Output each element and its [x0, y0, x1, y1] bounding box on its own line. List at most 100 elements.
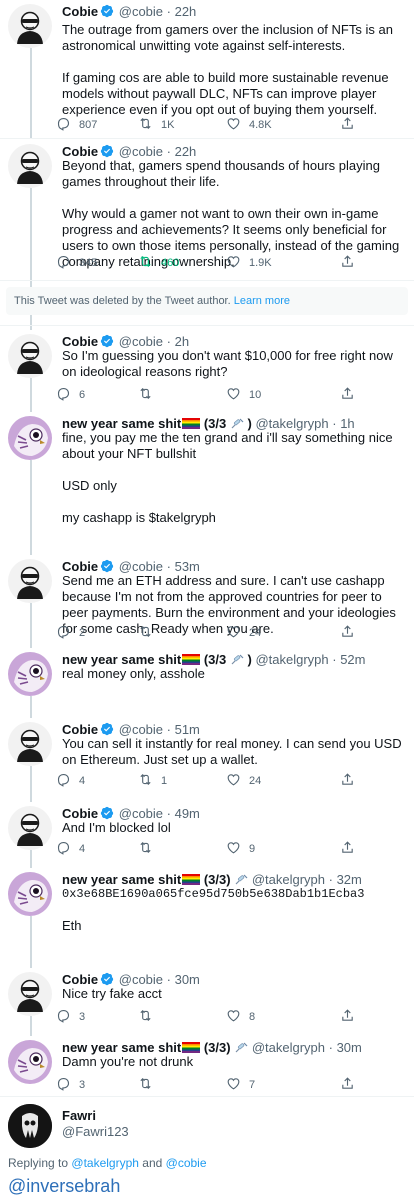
like-button[interactable]: 10 — [226, 386, 261, 404]
like-button[interactable]: 9 — [226, 840, 255, 858]
tweet[interactable]: Cobie @cobie · 51m You can sell it insta… — [0, 718, 414, 787]
author-handle[interactable]: @cobie — [119, 334, 163, 349]
author-name[interactable]: new year same shit — [62, 1040, 181, 1055]
author-handle[interactable]: @cobie — [119, 806, 163, 821]
tweet[interactable]: new year same shit (3/3 ) @takelgryph · … — [0, 412, 414, 525]
author-name[interactable]: Cobie — [62, 4, 98, 19]
tweet-timestamp[interactable]: 51m — [175, 722, 200, 737]
share-button[interactable] — [340, 624, 355, 642]
reply-button[interactable]: 3 — [56, 1076, 85, 1094]
retweet-button[interactable]: 460 — [138, 254, 179, 272]
tweet[interactable]: new year same shit (3/3 ) @takelgryph · … — [0, 648, 414, 696]
reply-button[interactable]: 2 — [56, 624, 85, 642]
tweet-timestamp[interactable]: 1h — [340, 416, 354, 431]
tweet-timestamp[interactable]: 52m — [340, 652, 365, 667]
reply-button[interactable]: 6 — [56, 386, 85, 404]
tweet-actions: 6 10 — [56, 386, 356, 404]
tweet[interactable]: Cobie @cobie · 30m Nice try fake acct 3 … — [0, 968, 414, 1023]
avatar[interactable] — [8, 722, 52, 766]
share-button[interactable] — [340, 1008, 355, 1026]
share-button[interactable] — [340, 840, 355, 858]
tweet-timestamp[interactable]: 53m — [175, 559, 200, 574]
avatar[interactable] — [8, 144, 52, 188]
retweet-button[interactable] — [138, 386, 161, 404]
avatar[interactable] — [8, 4, 52, 48]
share-button[interactable] — [340, 772, 355, 790]
author-name[interactable]: Cobie — [62, 806, 98, 821]
tweet[interactable]: new year same shit (3/3) @takelgryph · 3… — [0, 868, 414, 938]
like-button[interactable]: 4.8K — [226, 116, 272, 134]
tweet[interactable]: Cobie @cobie · 22h The outrage from game… — [0, 0, 414, 131]
watermark-handle: @inversebrah — [8, 1176, 121, 1196]
retweet-button[interactable] — [138, 1008, 161, 1026]
replying-user-link[interactable]: @takelgryph — [71, 1156, 139, 1170]
author-handle[interactable]: @takelgryph — [255, 652, 328, 667]
like-button[interactable]: 24 — [226, 772, 261, 790]
like-count: 8 — [249, 1011, 256, 1023]
avatar[interactable] — [8, 652, 52, 696]
tweet[interactable]: Cobie @cobie · 2h So I'm guessing you do… — [0, 330, 414, 420]
like-button[interactable]: 1.9K — [226, 254, 272, 272]
tweet[interactable]: new year same shit (3/3) @takelgryph · 3… — [0, 1036, 414, 1091]
author-handle[interactable]: @takelgryph — [252, 872, 325, 887]
author-handle[interactable]: @takelgryph — [255, 416, 328, 431]
share-button[interactable] — [340, 116, 355, 134]
author-name[interactable]: Cobie — [62, 722, 98, 737]
share-button[interactable] — [340, 386, 355, 404]
author-name[interactable]: Cobie — [62, 972, 98, 987]
author-name[interactable]: Cobie — [62, 334, 98, 349]
like-button[interactable]: 7 — [226, 1076, 255, 1094]
author-name-suffix: (3/3 — [200, 652, 230, 667]
author-handle[interactable]: @cobie — [119, 972, 163, 987]
reply-button[interactable]: 3 — [56, 1008, 85, 1026]
retweet-button[interactable]: 1 — [138, 772, 167, 790]
reply-button[interactable]: 345 — [56, 254, 97, 272]
reply-button[interactable]: 807 — [56, 116, 97, 134]
like-button[interactable]: 8 — [226, 1008, 255, 1026]
avatar[interactable] — [8, 972, 52, 1016]
tweet[interactable]: Cobie @cobie · 49m And I'm blocked lol 4… — [0, 802, 414, 855]
author-handle[interactable]: @takelgryph — [252, 1040, 325, 1055]
tweet-timestamp[interactable]: 49m — [175, 806, 200, 821]
learn-more-link[interactable]: Learn more — [234, 295, 290, 307]
tweet-timestamp[interactable]: 32m — [337, 872, 362, 887]
author-name[interactable]: new year same shit — [62, 872, 181, 887]
share-icon — [340, 1076, 355, 1094]
author-name[interactable]: Cobie — [62, 559, 98, 574]
retweet-button[interactable]: 1K — [138, 116, 174, 134]
reply-button[interactable]: 4 — [56, 772, 85, 790]
retweet-button[interactable] — [138, 840, 161, 858]
share-button[interactable] — [340, 1076, 355, 1094]
avatar[interactable] — [8, 559, 52, 603]
author-handle[interactable]: @cobie — [119, 4, 163, 19]
share-icon — [340, 840, 355, 858]
dot-separator: · — [163, 806, 175, 821]
tweet-timestamp[interactable]: 22h — [175, 144, 197, 159]
avatar[interactable] — [8, 872, 52, 916]
author-handle[interactable]: @cobie — [119, 559, 163, 574]
avatar[interactable] — [8, 334, 52, 378]
tweet-timestamp[interactable]: 2h — [175, 334, 189, 349]
reply-button[interactable]: 4 — [56, 840, 85, 858]
tweet-timestamp[interactable]: 30m — [337, 1040, 362, 1055]
tweet-timestamp[interactable]: 22h — [175, 4, 197, 19]
share-button[interactable] — [340, 254, 355, 272]
tweet[interactable]: Cobie @cobie · 22h Beyond that, gamers s… — [0, 140, 414, 280]
author-name[interactable]: new year same shit — [62, 416, 181, 431]
author-handle[interactable]: @cobie — [119, 722, 163, 737]
avatar[interactable] — [8, 1040, 52, 1084]
tweet[interactable]: Cobie @cobie · 53m Send me an ETH addres… — [0, 555, 414, 639]
author-handle[interactable]: @cobie — [119, 144, 163, 159]
tweet-timestamp[interactable]: 30m — [175, 972, 200, 987]
replying-user-link[interactable]: @cobie — [166, 1156, 207, 1170]
avatar[interactable] — [8, 416, 52, 460]
author-name[interactable]: new year same shit — [62, 652, 181, 667]
avatar[interactable] — [8, 1104, 52, 1148]
retweet-button[interactable] — [138, 1076, 161, 1094]
avatar[interactable] — [8, 806, 52, 850]
like-button[interactable]: 24 — [226, 624, 261, 642]
author-name[interactable]: Cobie — [62, 144, 98, 159]
dot-separator: · — [325, 872, 337, 887]
rainbow-flag-icon — [182, 654, 201, 665]
retweet-button[interactable] — [138, 624, 161, 642]
